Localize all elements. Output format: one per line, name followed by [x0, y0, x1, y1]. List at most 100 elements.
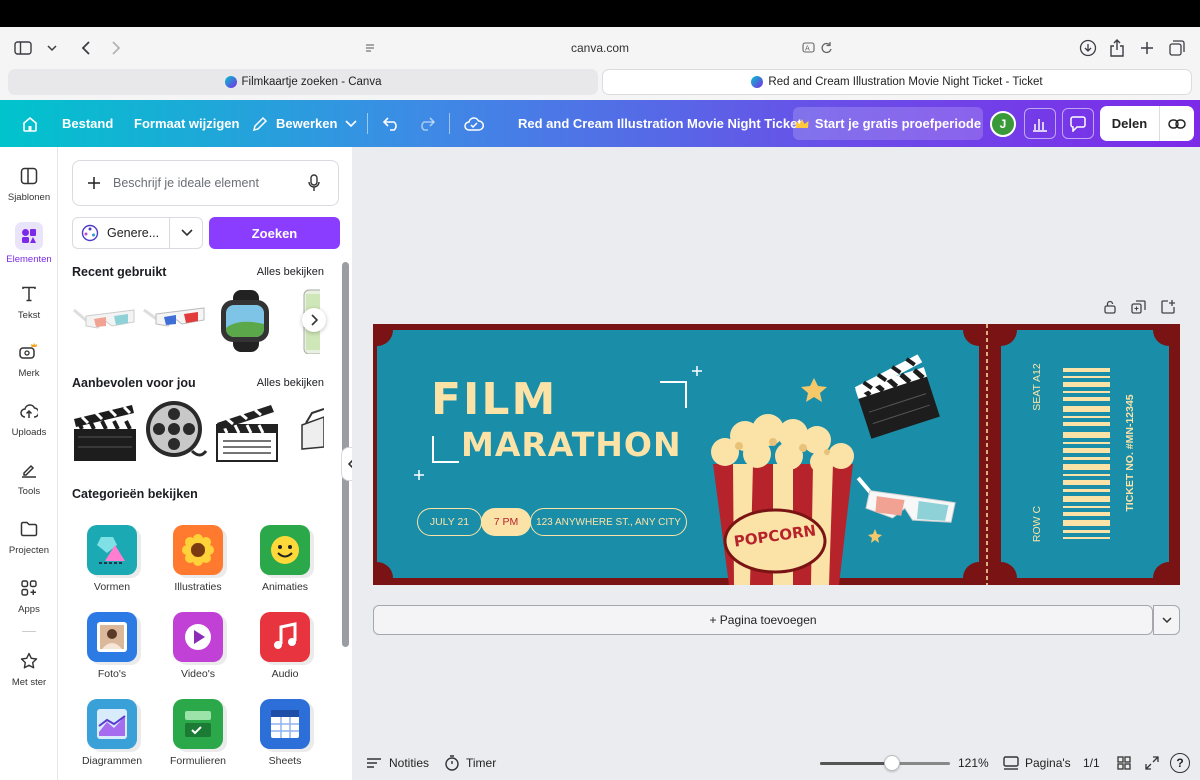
help-button[interactable]: ?	[1170, 753, 1190, 773]
timer-icon	[445, 755, 459, 771]
notes-button[interactable]: Notities	[366, 756, 429, 770]
ticket-time-pill[interactable]: 7 PM	[481, 508, 531, 536]
add-page-options-button[interactable]	[1153, 605, 1180, 635]
share-button[interactable]: Delen	[1100, 106, 1160, 141]
category-label: Illustraties	[174, 581, 222, 593]
forward-button[interactable]	[100, 35, 130, 61]
fullscreen-button[interactable]	[1145, 756, 1159, 770]
undo-button[interactable]	[376, 108, 408, 139]
tab-filmkaartje[interactable]: Filmkaartje zoeken - Canva	[8, 69, 598, 95]
rail-item-text[interactable]: Tekst	[0, 282, 58, 321]
start-trial-button[interactable]: Start je gratis proefperiode	[793, 107, 983, 140]
category-videos[interactable]: Video's	[158, 612, 238, 680]
document-title[interactable]: Red and Cream Illustration Movie Night T…	[518, 100, 802, 147]
editor-topbar: Bestand Formaat wijzigen Bewerken Red an…	[0, 100, 1200, 147]
edit-menu[interactable]: Bewerken	[252, 100, 357, 147]
recent-item-3d-glasses[interactable]	[72, 288, 138, 354]
home-button[interactable]	[14, 108, 46, 139]
resize-menu[interactable]: Formaat wijzigen	[134, 100, 239, 147]
category-audio[interactable]: Audio	[245, 612, 325, 680]
share-link-button[interactable]	[1160, 106, 1194, 141]
cloud-check-icon	[464, 116, 484, 131]
pages-button[interactable]: Pagina's	[1003, 756, 1071, 770]
ticket-row[interactable]: ROW C	[1031, 499, 1045, 549]
browser-chrome: canva.com A Filmkaartje zoeken - Canva R…	[0, 27, 1200, 100]
redo-button[interactable]	[410, 108, 442, 139]
zoom-slider-thumb[interactable]	[883, 755, 900, 771]
ticket-number[interactable]: TICKET NO. #MN-12345	[1124, 393, 1138, 513]
element-search-input[interactable]: Beschrijf je ideale element	[72, 160, 339, 206]
microphone-icon[interactable]	[308, 174, 320, 192]
see-all-recent-link[interactable]: Alles bekijken	[257, 266, 324, 278]
category-shapes[interactable]: Vormen	[72, 525, 152, 593]
category-sheets[interactable]: Sheets	[245, 699, 325, 767]
recent-item-3d-glasses-blue[interactable]	[142, 288, 208, 354]
insights-button[interactable]	[1024, 108, 1056, 139]
user-avatar[interactable]: J	[990, 111, 1016, 137]
star-icon	[17, 649, 41, 673]
add-page-button[interactable]: + Pagina toevoegen	[373, 605, 1153, 635]
see-all-recommended-link[interactable]: Alles bekijken	[257, 377, 324, 389]
address-bar[interactable]: canva.com A	[356, 33, 844, 63]
duplicate-icon[interactable]	[1131, 300, 1147, 314]
lock-icon[interactable]	[1103, 300, 1117, 314]
share-button[interactable]	[1102, 35, 1132, 61]
zoom-value[interactable]: 121%	[958, 756, 989, 770]
ticket-date-pill[interactable]: JULY 21	[417, 508, 482, 536]
rail-label: Uploads	[11, 427, 47, 438]
rail-item-apps[interactable]: Apps	[0, 576, 58, 615]
ticket-address-pill[interactable]: 123 ANYWHERE ST., ANY CITY	[530, 508, 687, 536]
edit-label: Bewerken	[276, 116, 338, 131]
rail-item-starred[interactable]: Met ster	[0, 649, 58, 688]
recommended-clapperboard[interactable]	[72, 399, 138, 465]
redo-icon	[421, 116, 435, 131]
ticket-design[interactable]: FILM MARATHON JULY 21 7 PM 123 ANYWHERE …	[373, 324, 1180, 585]
tab-movie-ticket[interactable]: Red and Cream Illustration Movie Night T…	[602, 69, 1192, 95]
tab-overview-button[interactable]	[1162, 35, 1192, 61]
file-menu[interactable]: Bestand	[62, 100, 113, 147]
category-forms[interactable]: Formulieren	[158, 699, 238, 767]
home-icon	[23, 116, 37, 132]
recommended-clapperboard-white[interactable]	[213, 399, 279, 465]
sidebar-toggle-button[interactable]	[8, 35, 64, 61]
ticket-title-line2[interactable]: MARATHON	[461, 428, 682, 461]
new-tab-button[interactable]	[1132, 35, 1162, 61]
category-photos[interactable]: Foto's	[72, 612, 152, 680]
apps-icon	[17, 576, 41, 600]
ticket-title-line1[interactable]: FILM	[431, 378, 557, 422]
timer-button[interactable]: Timer	[445, 755, 496, 771]
rail-label: Tools	[17, 486, 41, 497]
expand-icon	[1145, 756, 1159, 770]
add-page-icon[interactable]	[1161, 300, 1175, 314]
recommended-item-partial[interactable]	[298, 399, 324, 465]
downloads-button[interactable]	[1073, 35, 1103, 61]
comments-button[interactable]	[1062, 108, 1094, 139]
rail-label: Tekst	[17, 310, 41, 321]
grid-view-button[interactable]	[1117, 756, 1131, 770]
pages-label: Pagina's	[1025, 756, 1071, 770]
rail-item-projects[interactable]: Projecten	[0, 517, 58, 556]
search-button[interactable]: Zoeken	[209, 217, 340, 249]
svg-text:A: A	[805, 45, 810, 53]
rail-item-templates[interactable]: Sjablonen	[0, 164, 58, 203]
category-charts[interactable]: Diagrammen	[72, 699, 152, 767]
category-illustrations[interactable]: Illustraties	[158, 525, 238, 593]
rail-item-brand[interactable]: Merk	[0, 340, 58, 379]
help-icon: ?	[1176, 756, 1184, 770]
recent-item-smartwatch[interactable]	[213, 288, 279, 354]
translate-reload-icon[interactable]: A	[802, 41, 834, 55]
scroll-right-button[interactable]	[302, 308, 326, 332]
rail-label: Projecten	[8, 545, 50, 556]
cloud-save-button[interactable]	[458, 108, 490, 139]
category-animations[interactable]: Animaties	[245, 525, 325, 593]
bar-chart-icon	[1033, 118, 1047, 132]
ticket-seat[interactable]: SEAT A12	[1031, 360, 1045, 414]
recommended-film-reel[interactable]	[142, 399, 208, 465]
back-button[interactable]	[72, 35, 102, 61]
rail-label: Apps	[18, 604, 40, 615]
rail-item-elements[interactable]: Elementen	[0, 222, 58, 265]
generate-dropdown[interactable]: Genere...	[72, 217, 203, 249]
rail-item-tools[interactable]: Tools	[0, 458, 58, 497]
smiley-icon	[260, 525, 310, 575]
rail-item-uploads[interactable]: Uploads	[0, 399, 58, 438]
